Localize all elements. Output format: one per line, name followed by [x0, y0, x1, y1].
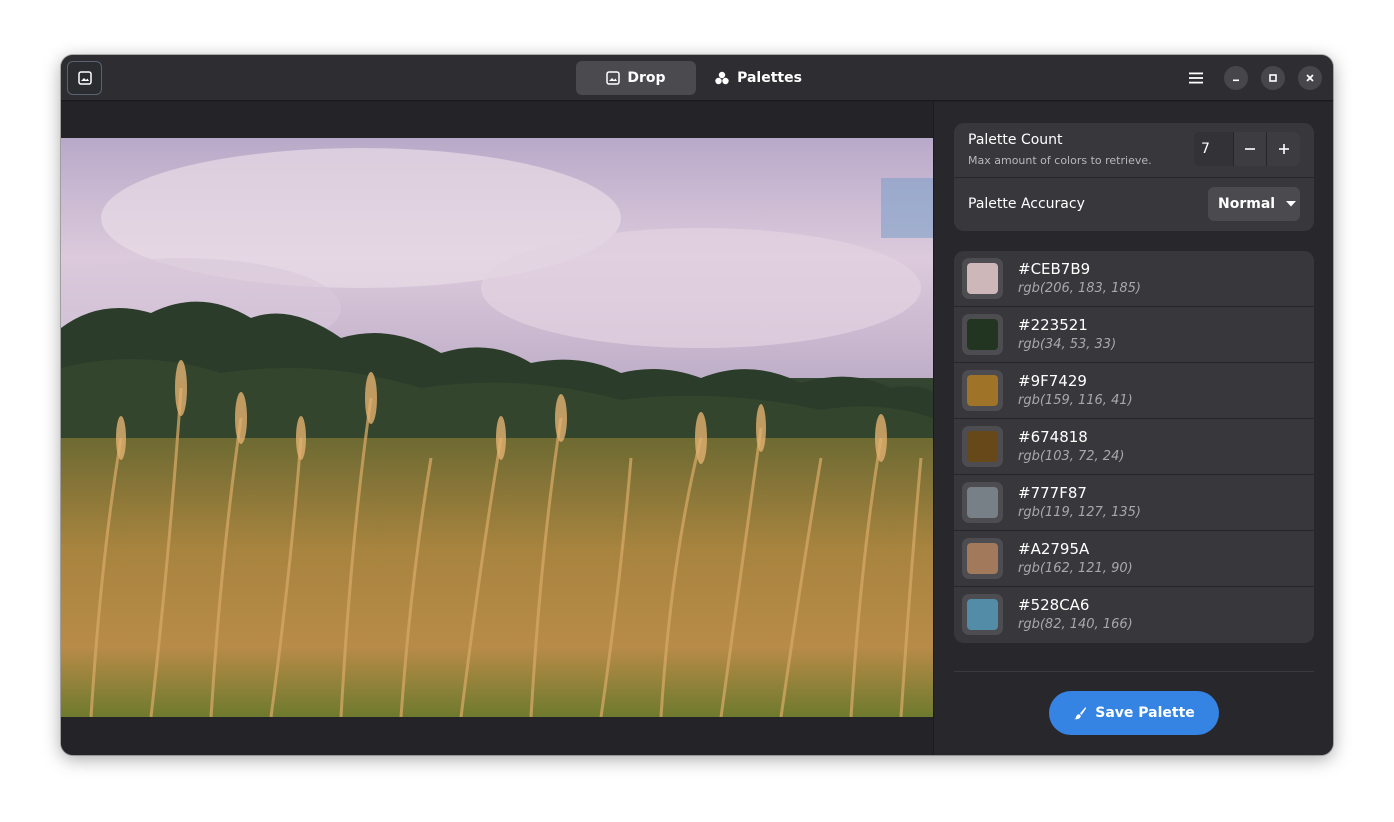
color-swatch-frame: [962, 594, 1003, 635]
color-rgb: rgb(119, 127, 135): [1018, 505, 1141, 520]
hamburger-menu-icon: [1189, 72, 1203, 84]
palette-accuracy-value: Normal: [1218, 196, 1276, 212]
view-switcher: Drop Palettes: [576, 61, 820, 95]
color-swatch-frame: [962, 482, 1003, 523]
color-swatch: [967, 431, 998, 462]
decrement-button[interactable]: [1234, 132, 1267, 166]
color-hex: #674818: [1018, 428, 1088, 446]
divider: [954, 671, 1314, 672]
color-swatch-frame: [962, 538, 1003, 579]
palette-accuracy-dropdown[interactable]: Normal: [1208, 187, 1300, 221]
color-list: #CEB7B9 rgb(206, 183, 185) #223521 rgb(3…: [954, 251, 1314, 643]
color-swatch: [967, 543, 998, 574]
plus-icon: [1278, 144, 1289, 154]
color-hex: #9F7429: [1018, 372, 1087, 390]
color-hex: #CEB7B9: [1018, 260, 1091, 278]
save-palette-button[interactable]: Save Palette: [1049, 691, 1219, 735]
palette-count-subtitle: Max amount of colors to retrieve.: [968, 154, 1152, 167]
color-swatch: [967, 263, 998, 294]
color-swatch: [967, 319, 998, 350]
color-rgb: rgb(206, 183, 185): [1018, 281, 1141, 296]
header-bar: Drop Palettes: [61, 55, 1333, 101]
increment-button[interactable]: [1267, 132, 1300, 166]
brush-icon: [1074, 707, 1087, 720]
color-row[interactable]: #223521 rgb(34, 53, 33): [954, 307, 1314, 363]
open-image-button[interactable]: [67, 61, 102, 95]
save-palette-label: Save Palette: [1095, 705, 1195, 721]
palette-count-input[interactable]: 7: [1194, 132, 1234, 166]
color-row[interactable]: #674818 rgb(103, 72, 24): [954, 419, 1314, 475]
color-swatch-frame: [962, 314, 1003, 355]
palette-accuracy-row: Palette Accuracy Normal: [954, 178, 1314, 231]
image-icon: [77, 71, 92, 85]
color-rgb: rgb(162, 121, 90): [1018, 561, 1133, 576]
image-pane: [61, 102, 933, 755]
palette-icon: [715, 71, 729, 85]
minimize-icon: [1233, 79, 1239, 82]
palette-count-title: Palette Count: [968, 132, 1063, 148]
tab-drop-label: Drop: [627, 70, 666, 86]
palette-sidebar: Palette Count Max amount of colors to re…: [933, 102, 1333, 755]
color-hex: #528CA6: [1018, 596, 1090, 614]
photo-illustration: [61, 138, 933, 717]
color-row[interactable]: #528CA6 rgb(82, 140, 166): [954, 587, 1314, 643]
color-rgb: rgb(34, 53, 33): [1018, 337, 1117, 352]
app-window: Drop Palettes Palette Count Max amount o…: [61, 55, 1333, 755]
color-rgb: rgb(82, 140, 166): [1018, 617, 1133, 632]
image-icon: [606, 71, 621, 85]
tab-drop[interactable]: Drop: [576, 61, 696, 95]
color-row[interactable]: #CEB7B9 rgb(206, 183, 185): [954, 251, 1314, 307]
color-swatch: [967, 375, 998, 406]
close-icon: [1306, 74, 1314, 82]
minimize-button[interactable]: [1224, 66, 1248, 90]
color-swatch: [967, 487, 998, 518]
minus-icon: [1245, 148, 1255, 150]
color-row[interactable]: #A2795A rgb(162, 121, 90): [954, 531, 1314, 587]
maximize-icon: [1269, 74, 1277, 82]
tab-palettes[interactable]: Palettes: [696, 61, 820, 95]
close-button[interactable]: [1298, 66, 1322, 90]
maximize-button[interactable]: [1261, 66, 1285, 90]
tab-palettes-label: Palettes: [737, 70, 802, 86]
color-row[interactable]: #777F87 rgb(119, 127, 135): [954, 475, 1314, 531]
color-rgb: rgb(159, 116, 41): [1018, 393, 1133, 408]
color-swatch-frame: [962, 258, 1003, 299]
palette-count-spinbutton: 7: [1194, 132, 1300, 166]
color-rgb: rgb(103, 72, 24): [1018, 449, 1125, 464]
settings-card: Palette Count Max amount of colors to re…: [954, 123, 1314, 231]
chevron-down-icon: [1286, 201, 1297, 207]
palette-accuracy-title: Palette Accuracy: [968, 196, 1085, 212]
color-row[interactable]: #9F7429 rgb(159, 116, 41): [954, 363, 1314, 419]
loaded-photo: [61, 138, 933, 717]
palette-count-row: Palette Count Max amount of colors to re…: [954, 123, 1314, 178]
color-swatch-frame: [962, 370, 1003, 411]
main-menu-button[interactable]: [1185, 67, 1207, 89]
color-swatch-frame: [962, 426, 1003, 467]
color-hex: #223521: [1018, 316, 1088, 334]
color-hex: #A2795A: [1018, 540, 1090, 558]
color-hex: #777F87: [1018, 484, 1087, 502]
color-swatch: [967, 599, 998, 630]
